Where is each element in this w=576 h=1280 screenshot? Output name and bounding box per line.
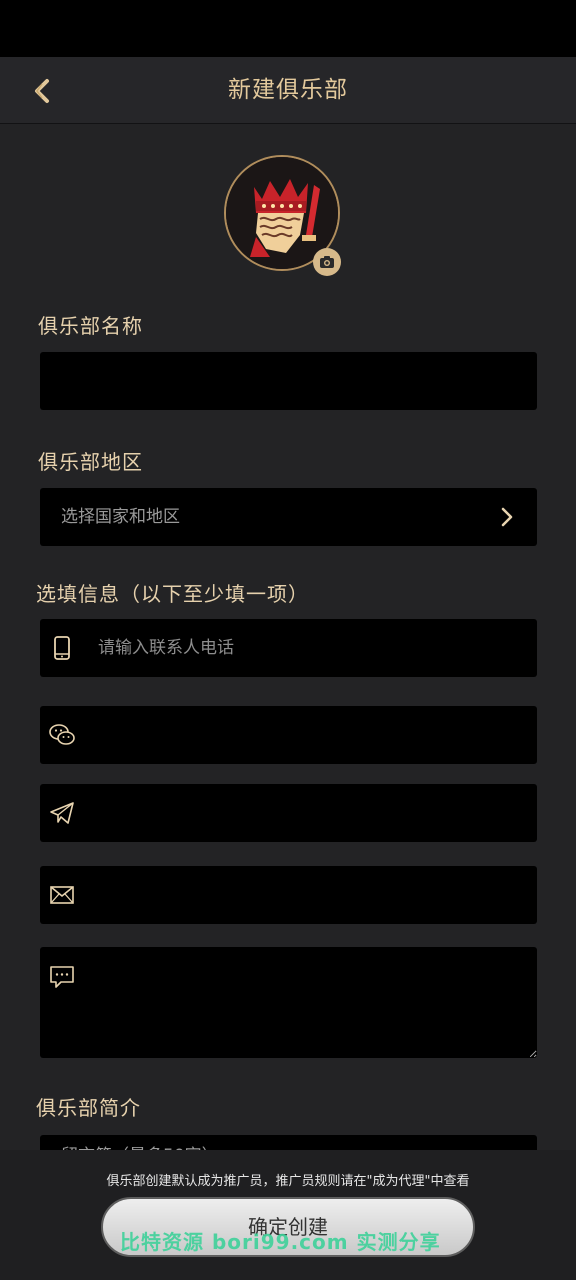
club-name-label: 俱乐部名称 [38, 314, 143, 338]
camera-badge[interactable] [313, 248, 341, 276]
wechat-field[interactable] [40, 706, 537, 764]
status-bar [0, 0, 576, 57]
phone-field[interactable]: 请输入联系人电话 [40, 619, 537, 677]
telegram-input[interactable] [40, 784, 537, 842]
wechat-input[interactable] [40, 706, 537, 764]
watermark: 比特资源 bori99.com 实测分享 [120, 1230, 441, 1254]
region-select[interactable]: 选择国家和地区 [40, 488, 537, 546]
email-field[interactable] [40, 866, 537, 924]
phone-placeholder: 请输入联系人电话 [98, 638, 234, 658]
agent-notice: 俱乐部创建默认成为推广员，推广员规则请在"成为代理"中查看 [106, 1174, 470, 1189]
message-input[interactable] [40, 947, 537, 1058]
club-region-label: 俱乐部地区 [38, 450, 143, 474]
club-name-field[interactable] [40, 352, 537, 410]
club-name-input[interactable] [40, 352, 537, 410]
club-intro-label: 俱乐部简介 [36, 1096, 141, 1120]
telegram-field[interactable] [40, 784, 537, 842]
region-select-placeholder: 选择国家和地区 [61, 507, 180, 527]
email-input[interactable] [40, 866, 537, 924]
message-field[interactable] [40, 947, 537, 1058]
header: 新建俱乐部 [0, 57, 576, 124]
page-title: 新建俱乐部 [228, 77, 348, 103]
phone-icon [48, 634, 76, 662]
optional-info-label: 选填信息（以下至少填一项） [36, 582, 309, 606]
camera-icon [318, 253, 336, 271]
club-avatar-upload[interactable] [224, 155, 346, 277]
chevron-right-icon [495, 505, 519, 529]
